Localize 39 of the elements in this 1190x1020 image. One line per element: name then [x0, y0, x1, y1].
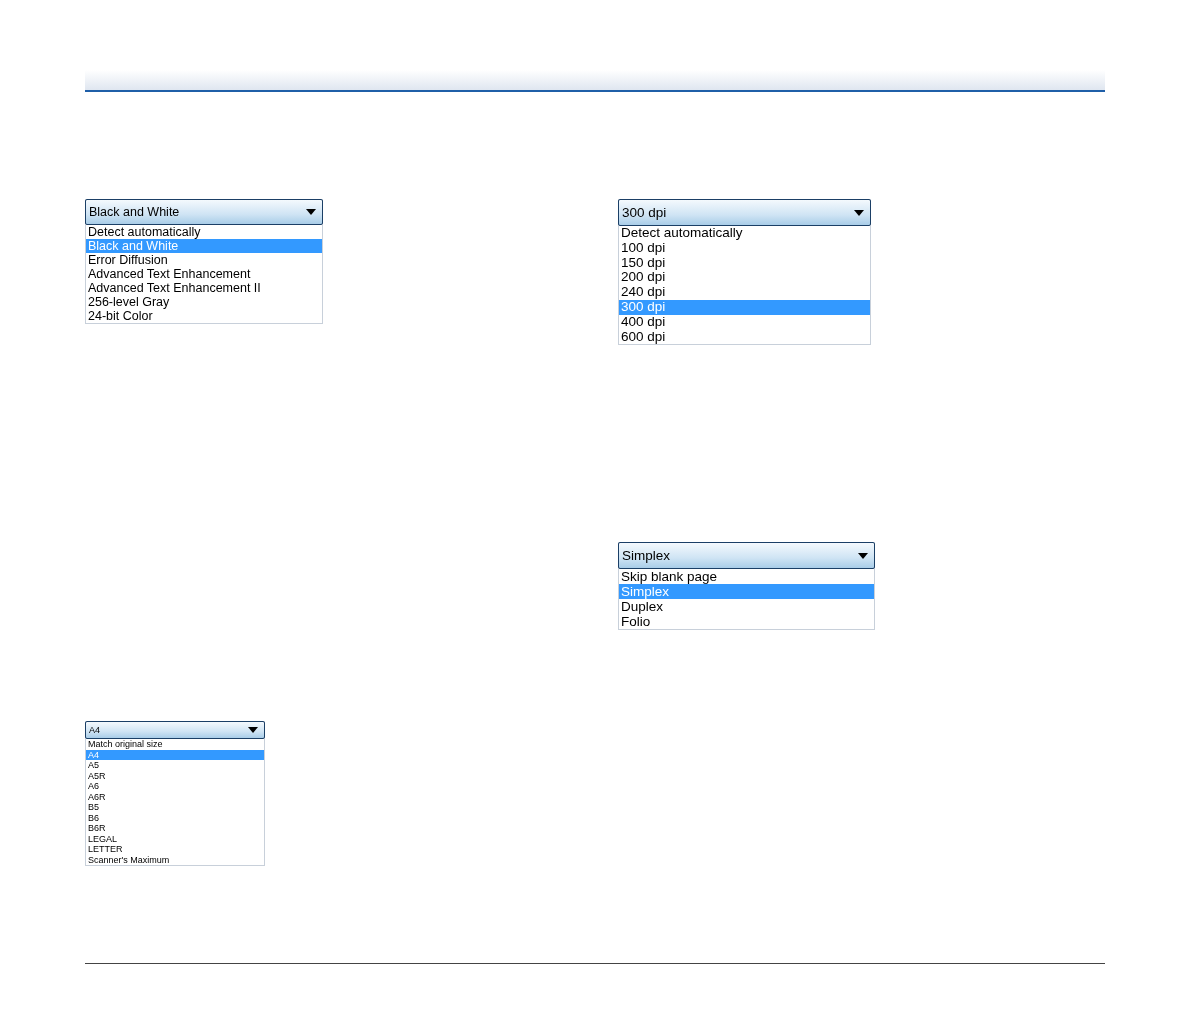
- dropdown-option[interactable]: LETTER: [86, 844, 264, 855]
- dropdown-option[interactable]: 600 dpi: [619, 329, 870, 345]
- dropdown-option[interactable]: B5: [86, 802, 264, 813]
- dropdown-field[interactable]: Simplex: [618, 542, 875, 570]
- dropdown-option[interactable]: Skip blank page: [619, 569, 874, 585]
- dropdown-option[interactable]: A6R: [86, 791, 264, 802]
- dropdown-option[interactable]: LEGAL: [86, 833, 264, 844]
- dropdown-option[interactable]: Scanner's Maximum: [86, 854, 264, 865]
- dropdown-option[interactable]: Error Diffusion: [86, 253, 322, 267]
- dropdown-value: Simplex: [622, 548, 670, 564]
- dropdown-field[interactable]: A4: [85, 721, 265, 739]
- dropdown-option[interactable]: Folio: [619, 614, 874, 630]
- dropdown-value: Black and White: [89, 205, 180, 219]
- dropdown-option[interactable]: A5R: [86, 770, 264, 781]
- caret-icon: [306, 209, 316, 215]
- dropdown-option[interactable]: 100 dpi: [619, 240, 870, 256]
- dropdown-field[interactable]: 300 dpi: [618, 199, 871, 226]
- dropdown-option[interactable]: A6: [86, 781, 264, 792]
- dropdown-option[interactable]: A5: [86, 760, 264, 771]
- dropdown-option[interactable]: Duplex: [619, 599, 874, 615]
- dropdown-option[interactable]: Advanced Text Enhancement II: [86, 281, 322, 295]
- dropdown-option[interactable]: Match original size: [86, 739, 264, 750]
- caret-icon: [248, 727, 258, 733]
- dropdown-option[interactable]: 200 dpi: [619, 270, 870, 286]
- dropdown-option[interactable]: 400 dpi: [619, 314, 870, 330]
- dropdown-option[interactable]: Detect automatically: [86, 225, 322, 239]
- dropdown-field[interactable]: Black and White: [85, 199, 323, 225]
- dropdown-option[interactable]: Detect automatically: [619, 226, 870, 241]
- dropdown-option[interactable]: 240 dpi: [619, 285, 870, 300]
- dropdown-option[interactable]: 24-bit Color: [86, 309, 322, 323]
- dropdown-value: 300 dpi: [622, 205, 667, 220]
- dropdown-value: A4: [89, 725, 100, 735]
- dropdown-option[interactable]: Advanced Text Enhancement: [86, 267, 322, 281]
- dropdown-option[interactable]: B6: [86, 812, 264, 823]
- dropdown-option[interactable]: B6R: [86, 823, 264, 834]
- caret-icon: [858, 552, 868, 559]
- dropdown-option[interactable]: 256-level Gray: [86, 295, 322, 309]
- caret-icon: [854, 209, 864, 216]
- dropdown-option[interactable]: 150 dpi: [619, 255, 870, 271]
